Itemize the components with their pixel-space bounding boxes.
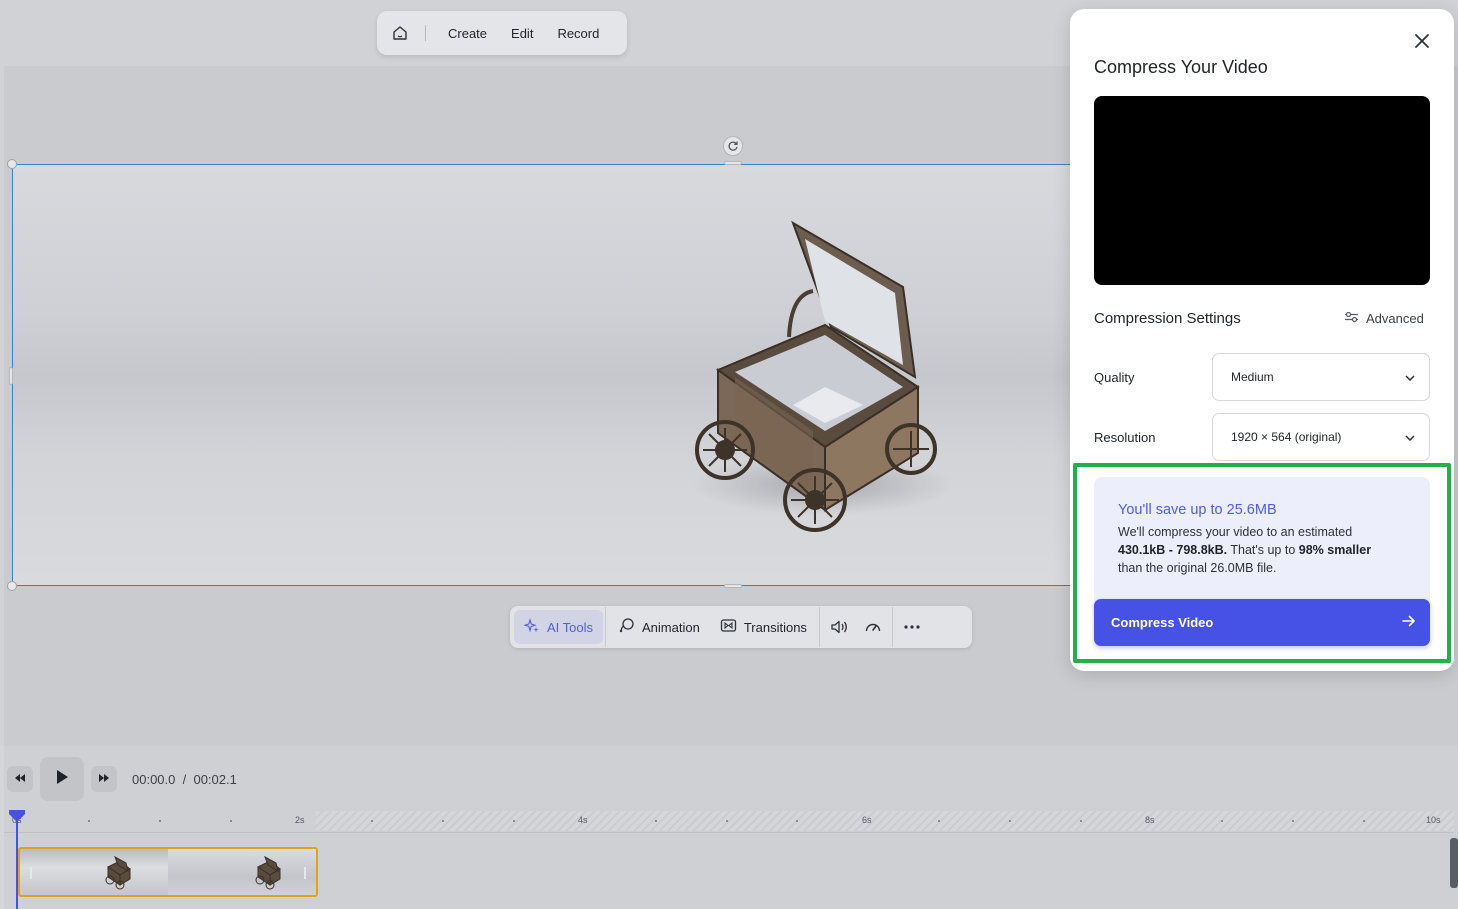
compress-video-button[interactable]: Compress Video [1094, 599, 1430, 646]
savings-title: You'll save up to 25.6MB [1118, 502, 1277, 518]
savings-text-3: than the original 26.0MB file. [1118, 561, 1277, 575]
play-icon [55, 769, 69, 790]
savings-text-2: That's up to [1230, 543, 1296, 557]
transitions-label: Transitions [743, 619, 807, 635]
ruler-tick [654, 820, 657, 822]
edit-toolbar: AI Tools Animation Transitions [510, 606, 972, 648]
arrow-right-icon [1402, 615, 1416, 630]
home-icon[interactable] [389, 22, 411, 44]
resize-handle-top-left[interactable] [7, 159, 17, 169]
chevron-down-icon [1405, 370, 1415, 384]
ruler-tick [725, 820, 728, 822]
ruler-divider [4, 832, 1454, 833]
advanced-label: Advanced [1366, 311, 1424, 326]
ruler-tick [229, 820, 232, 822]
top-menu: Create Edit Record [377, 11, 627, 55]
playhead-marker-icon[interactable] [9, 810, 25, 822]
chevron-down-icon [1405, 430, 1415, 444]
play-button[interactable] [40, 757, 84, 801]
timeline-scrollbar[interactable] [1450, 838, 1458, 888]
ruler-label: 8s [1145, 815, 1155, 825]
ruler-label: 10s [1426, 815, 1441, 825]
ai-tools-label: AI Tools [547, 619, 594, 635]
menu-create[interactable]: Create [448, 26, 487, 41]
toolbar-divider [605, 607, 607, 647]
animation-button[interactable]: Animation [608, 610, 710, 644]
toolbar-divider [891, 607, 893, 647]
ruler-label: 2s [295, 815, 305, 825]
transitions-icon [720, 617, 737, 637]
current-time: 00:00.0 [132, 772, 176, 787]
playhead[interactable] [16, 812, 18, 909]
close-icon[interactable] [1410, 29, 1434, 53]
sliders-icon [1344, 311, 1359, 326]
menu-edit[interactable]: Edit [511, 26, 533, 41]
ruler-tick [1079, 820, 1082, 822]
cart-image [693, 220, 953, 532]
compress-modal: Compress Your Video Compression Settings… [1070, 9, 1454, 671]
resolution-select[interactable]: 1920 × 564 (original) [1212, 413, 1430, 461]
quality-label: Quality [1094, 370, 1135, 385]
resize-handle-left[interactable] [9, 367, 13, 385]
savings-description: We'll compress your video to an estimate… [1118, 523, 1418, 577]
ruler-tick [1008, 820, 1011, 822]
resize-handle-bottom-left[interactable] [7, 581, 17, 591]
menu-divider [425, 25, 426, 41]
rewind-icon [14, 770, 26, 788]
transitions-button[interactable]: Transitions [710, 610, 817, 644]
menu-record[interactable]: Record [557, 26, 599, 41]
fast-forward-icon [98, 770, 110, 788]
video-preview[interactable] [1094, 96, 1430, 285]
rotate-icon[interactable] [723, 136, 743, 156]
animation-icon [618, 617, 635, 637]
settings-title: Compression Settings [1094, 310, 1241, 327]
speed-icon[interactable] [856, 610, 890, 644]
resize-handle-top[interactable] [724, 161, 742, 165]
clip-thumbnails [30, 855, 306, 890]
advanced-button[interactable]: Advanced [1344, 311, 1424, 326]
rewind-button[interactable] [7, 766, 33, 792]
ruler-label: 4s [578, 815, 588, 825]
animation-label: Animation [642, 619, 700, 635]
modal-title: Compress Your Video [1094, 57, 1268, 77]
time-display: 00:00.0 / 00:02.1 [132, 772, 237, 787]
ruler-label: 6s [862, 815, 872, 825]
quality-value: Medium [1231, 370, 1274, 384]
fast-forward-button[interactable] [91, 766, 117, 792]
resolution-label: Resolution [1094, 430, 1156, 445]
ruler-tick [512, 820, 515, 822]
resize-handle-bottom[interactable] [724, 584, 742, 588]
ruler-tick [158, 820, 161, 822]
toolbar-divider [818, 607, 820, 647]
duration: 00:02.1 [193, 772, 237, 787]
volume-icon[interactable] [822, 610, 856, 644]
timeline-ruler[interactable] [4, 810, 1454, 832]
savings-text-1: We'll compress your video to an estimate… [1118, 525, 1353, 539]
video-clip[interactable] [18, 847, 318, 897]
ruler-tick [87, 820, 90, 822]
resolution-value: 1920 × 564 (original) [1231, 430, 1342, 444]
quality-select[interactable]: Medium [1212, 353, 1430, 401]
video-canvas[interactable] [12, 164, 1092, 586]
compress-video-label: Compress Video [1111, 615, 1214, 630]
time-separator: / [182, 772, 187, 787]
savings-range: 430.1kB - 798.8kB. [1118, 543, 1228, 557]
savings-percent: 98% smaller [1298, 543, 1372, 557]
sparkle-icon [523, 617, 540, 637]
ai-tools-button[interactable]: AI Tools [514, 610, 604, 644]
more-icon[interactable] [895, 610, 929, 644]
